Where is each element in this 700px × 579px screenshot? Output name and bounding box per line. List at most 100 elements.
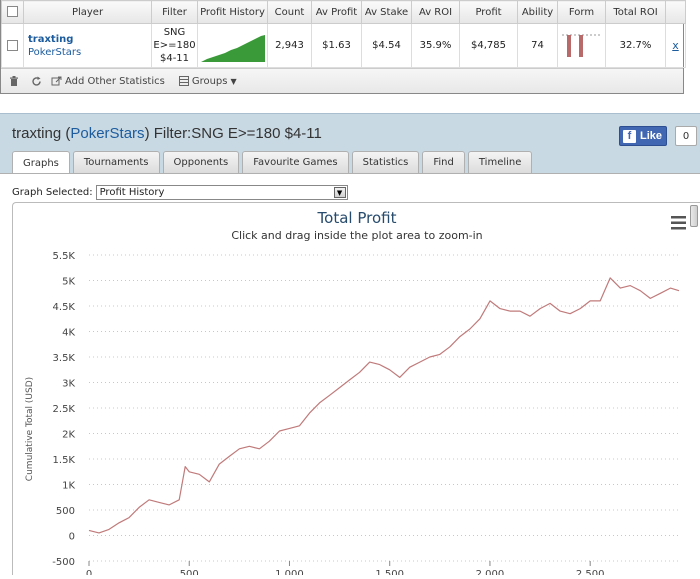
chevron-down-icon[interactable]: ▼ <box>333 187 346 198</box>
chart-container: Total Profit Click and drag inside the p… <box>12 202 700 579</box>
tab-graphs[interactable]: Graphs <box>12 151 70 174</box>
x-tick-label: 500 <box>180 569 199 575</box>
graph-select-row: Graph Selected: Profit History ▼ <box>12 185 348 200</box>
grid-icon <box>178 76 189 86</box>
select-all-header[interactable] <box>1 0 24 24</box>
panel-title-suffix: ) Filter:SNG E>=180 $4-11 <box>144 125 322 142</box>
col-profit[interactable]: Profit <box>459 0 518 24</box>
y-tick-label: 0 <box>69 532 75 543</box>
filter-line-2: E>=180 <box>153 40 196 51</box>
y-tick-label: 500 <box>56 506 75 517</box>
panel-title-site-link[interactable]: PokerStars <box>70 125 144 142</box>
col-av-profit[interactable]: Av Profit <box>311 0 362 24</box>
groups-label: Groups <box>191 75 228 87</box>
y-tick-label: 1.5K <box>53 455 76 466</box>
x-tick-label: 0 <box>86 569 92 575</box>
av-stake-cell: $4.54 <box>361 23 412 68</box>
col-filter[interactable]: Filter <box>151 0 198 24</box>
y-tick-label: 4K <box>62 328 75 339</box>
form-chart <box>561 34 602 57</box>
profit-cell: $4,785 <box>459 23 518 68</box>
y-tick-label: 2K <box>62 430 75 441</box>
panel-title: traxting (PokerStars) Filter:SNG E>=180 … <box>12 125 322 142</box>
tab-favourite-games[interactable]: Favourite Games <box>242 151 349 173</box>
x-tick-label: 1,000 <box>275 569 304 575</box>
row-select[interactable] <box>1 23 24 68</box>
stats-grid: Player Filter Profit History Count Av Pr… <box>1 0 686 68</box>
facebook-icon: f <box>623 129 636 143</box>
remove-row-link[interactable]: x <box>672 39 679 52</box>
scrollbar-thumb[interactable] <box>690 205 698 227</box>
add-other-statistics-button[interactable]: Add Other Statistics <box>51 76 165 87</box>
col-av-stake[interactable]: Av Stake <box>361 0 412 24</box>
col-total-roi[interactable]: Total ROI <box>605 0 666 24</box>
tab-timeline[interactable]: Timeline <box>467 151 533 173</box>
select-all-checkbox[interactable] <box>7 6 18 18</box>
y-tick-label: -500 <box>52 557 75 568</box>
chart-subtitle: Click and drag inside the plot area to z… <box>231 229 482 242</box>
tab-tournaments[interactable]: Tournaments <box>72 151 160 173</box>
player-site-link[interactable]: PokerStars <box>28 46 151 59</box>
form-bar-2 <box>578 34 583 57</box>
chart-series <box>88 277 680 534</box>
row-checkbox[interactable] <box>7 39 18 51</box>
filter-cell: SNG E>=180 $4-11 <box>151 23 198 68</box>
external-link-icon <box>51 76 62 85</box>
y-tick-label: 3.5K <box>53 353 76 364</box>
col-av-roi[interactable]: Av ROI <box>411 0 460 24</box>
x-tick-label: 2,500 <box>576 569 605 575</box>
table-row: traxting PokerStars SNG E>=180 $4-11 2,9… <box>1 23 686 68</box>
av-roi-cell: 35.9% <box>411 23 460 68</box>
y-tick-label: 2.5K <box>53 404 76 415</box>
y-tick-label: 1K <box>62 481 75 492</box>
filter-line-1: SNG <box>163 27 186 38</box>
player-detail-panel: traxting (PokerStars) Filter:SNG E>=180 … <box>0 113 700 579</box>
panel-title-prefix: traxting ( <box>12 125 71 142</box>
ability-cell: 74 <box>517 23 558 68</box>
tab-opponents[interactable]: Opponents <box>162 151 240 173</box>
tab-find[interactable]: Find <box>422 151 465 173</box>
add-other-statistics-label: Add Other Statistics <box>65 75 165 87</box>
refresh-icon[interactable] <box>29 74 43 88</box>
facebook-like-button[interactable]: f Like <box>619 126 667 146</box>
player-cell: traxting PokerStars <box>23 23 152 68</box>
chart-title: Total Profit <box>317 209 397 227</box>
chart-menu-icon[interactable] <box>671 216 686 230</box>
chart-y-axis-label: Cumulative Total (USD) <box>25 377 35 481</box>
x-tick-label: 1,500 <box>375 569 404 575</box>
graphs-tab-content: Graph Selected: Profit History ▼ Total P… <box>0 173 700 579</box>
chart-y-axis: -500 0 500 1K 1.5K 2K 2.5K 3K 3.5K 4K 4.5K 5K 5.5K <box>52 251 75 568</box>
stats-toolbar: Add Other Statistics Groups ▼ <box>1 68 683 93</box>
y-tick-label: 5K <box>62 277 75 288</box>
col-count[interactable]: Count <box>267 0 312 24</box>
y-tick-label: 4.5K <box>53 302 76 313</box>
col-profit-history[interactable]: Profit History <box>197 0 268 24</box>
av-profit-cell: $1.63 <box>311 23 362 68</box>
profit-history-sparkline-cell[interactable] <box>197 23 268 68</box>
total-profit-chart[interactable]: Total Profit Click and drag inside the p… <box>13 203 700 579</box>
tab-statistics[interactable]: Statistics <box>351 151 420 173</box>
col-form[interactable]: Form <box>557 0 606 24</box>
graph-type-select[interactable]: Profit History ▼ <box>95 185 348 200</box>
groups-menu-button[interactable]: Groups ▼ <box>178 75 237 87</box>
x-tick-label: 2,000 <box>476 569 505 575</box>
total-roi-cell: 32.7% <box>605 23 666 68</box>
col-remove <box>665 0 686 24</box>
graph-type-selected-value: Profit History <box>99 187 165 198</box>
y-tick-label: 5.5K <box>53 251 76 262</box>
form-bar-1 <box>566 34 571 57</box>
sparkline-area <box>200 35 265 62</box>
filter-line-3: $4-11 <box>159 53 190 64</box>
facebook-like-count: 0 <box>675 126 697 146</box>
y-tick-label: 3K <box>62 379 75 390</box>
form-cell <box>557 23 606 68</box>
graph-selected-label: Graph Selected: <box>12 187 93 198</box>
stats-header-row: Player Filter Profit History Count Av Pr… <box>1 0 686 24</box>
col-player[interactable]: Player <box>23 0 152 24</box>
count-cell: 2,943 <box>267 23 312 68</box>
remove-row-cell[interactable]: x <box>665 23 686 68</box>
trash-icon[interactable] <box>7 74 21 88</box>
detail-tabs: Graphs Tournaments Opponents Favourite G… <box>12 151 535 174</box>
player-name-link[interactable]: traxting <box>28 33 151 46</box>
col-ability[interactable]: Ability <box>517 0 558 24</box>
